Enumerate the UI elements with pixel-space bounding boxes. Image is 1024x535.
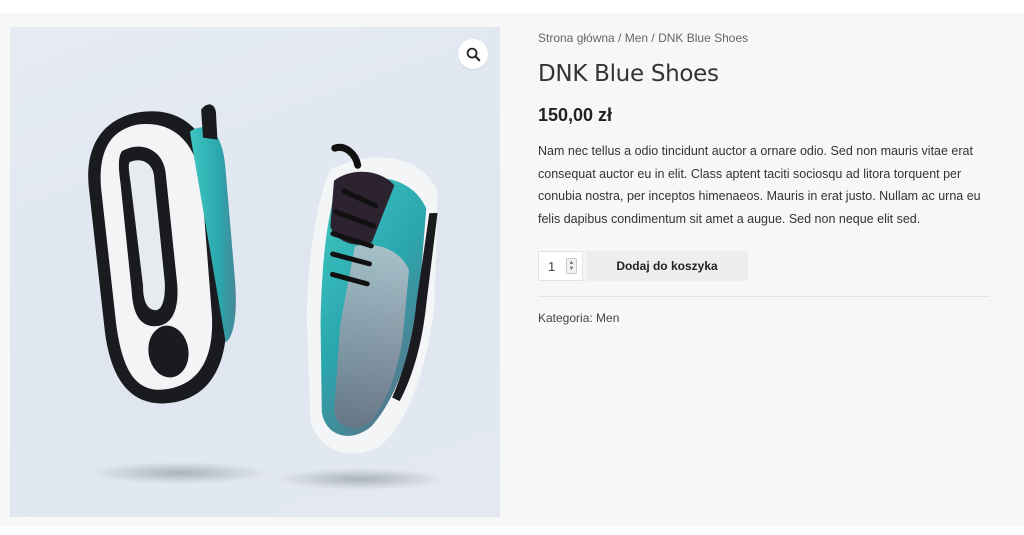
quantity-input[interactable]: 1 ▲ ▼ xyxy=(538,251,583,281)
add-to-cart-button[interactable]: Dodaj do koszyka xyxy=(586,251,748,281)
breadcrumb-separator: / xyxy=(614,31,625,45)
product-short-description: Nam nec tellus a odio tincidunt auctor a… xyxy=(538,144,981,226)
quantity-value: 1 xyxy=(548,258,556,274)
category-label: Kategoria: xyxy=(538,311,593,325)
breadcrumb: Strona główna / Men / DNK Blue Shoes xyxy=(538,26,990,50)
stepper-down-icon[interactable]: ▼ xyxy=(569,266,575,272)
product-summary: Strona główna / Men / DNK Blue Shoes DNK… xyxy=(538,26,990,325)
breadcrumb-current: DNK Blue Shoes xyxy=(658,31,749,45)
product-page: Strona główna / Men / DNK Blue Shoes DNK… xyxy=(0,13,1024,526)
magnifier-icon xyxy=(466,47,480,61)
right-shoe xyxy=(306,143,438,454)
divider xyxy=(538,296,990,297)
product-image[interactable] xyxy=(10,27,500,517)
product-meta: Kategoria: Men xyxy=(538,311,990,325)
product-gallery xyxy=(10,27,500,517)
category-link[interactable]: Men xyxy=(596,311,619,325)
breadcrumb-home-link[interactable]: Strona główna xyxy=(538,31,615,45)
left-shoe xyxy=(88,104,236,404)
zoom-button[interactable] xyxy=(458,39,488,69)
add-to-cart-form: 1 ▲ ▼ Dodaj do koszyka xyxy=(538,251,990,281)
quantity-stepper[interactable]: ▲ ▼ xyxy=(566,258,577,274)
breadcrumb-separator: / xyxy=(648,31,659,45)
breadcrumb-category-link[interactable]: Men xyxy=(625,31,648,45)
product-price: 150,00 zł xyxy=(538,105,613,125)
product-title: DNK Blue Shoes xyxy=(538,61,719,87)
